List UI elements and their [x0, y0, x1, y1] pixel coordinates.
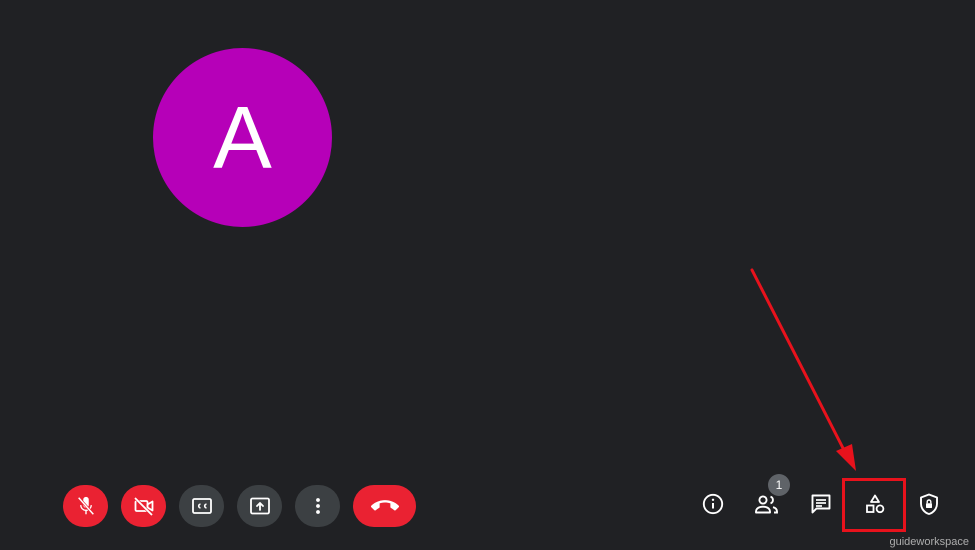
annotation-arrow — [750, 268, 856, 471]
watermark-text: guideworkspace — [889, 536, 970, 548]
meeting-stage: A 1 guideworkspace — [0, 0, 975, 550]
